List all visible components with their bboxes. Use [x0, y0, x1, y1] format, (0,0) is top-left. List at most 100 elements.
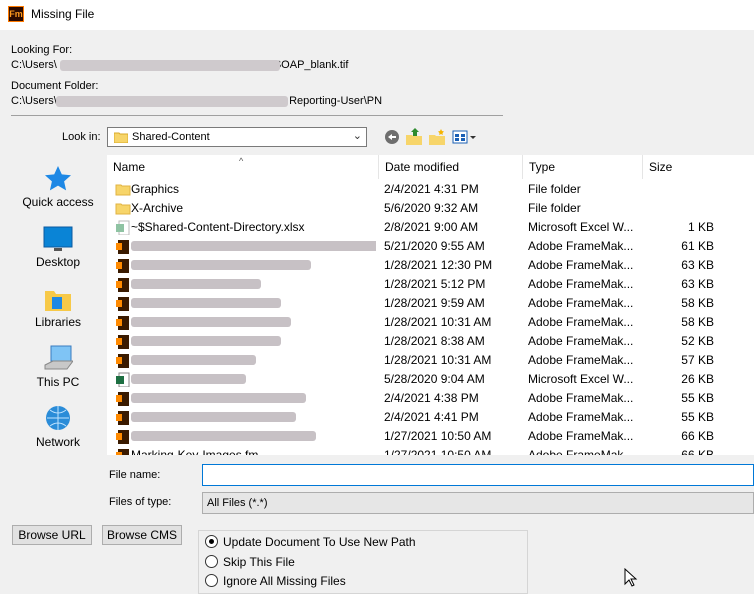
file-name-input[interactable]	[202, 464, 754, 486]
column-header-name[interactable]: ^ Name	[107, 155, 379, 179]
file-row[interactable]: Graphics 2/4/2021 4:31 PM File folder	[107, 180, 754, 199]
file-name	[131, 408, 376, 428]
window-title: Missing File	[31, 7, 95, 21]
framemaker-file-icon	[116, 278, 129, 292]
desktop-icon	[43, 226, 73, 251]
file-row[interactable]: 1/28/2021 5:12 PM Adobe FrameMak... 63 KB	[107, 275, 754, 294]
file-row[interactable]: 1/28/2021 8:38 AM Adobe FrameMak... 52 KB	[107, 332, 754, 351]
computer-icon	[44, 345, 73, 370]
files-of-type-value: All Files (*.*)	[207, 497, 268, 509]
file-type: Adobe FrameMak...	[528, 353, 633, 367]
redacted-file-name	[131, 241, 376, 251]
file-row[interactable]: ~$Shared-Content-Directory.xlsx 2/8/2021 …	[107, 218, 754, 237]
file-date: 1/27/2021 10:50 AM	[384, 448, 492, 455]
file-type: Adobe FrameMak...	[528, 410, 633, 424]
file-date: 5/28/2020 9:04 AM	[384, 372, 485, 386]
place-desktop[interactable]: Desktop	[12, 225, 104, 269]
title-bar: Fm Missing File	[0, 0, 754, 30]
framemaker-file-icon	[116, 316, 129, 330]
file-date: 2/4/2021 4:38 PM	[384, 391, 479, 405]
file-row[interactable]: 1/28/2021 10:31 AM Adobe FrameMak... 58 KB	[107, 313, 754, 332]
chevron-down-icon: ⌄	[352, 130, 362, 142]
redacted-file-name	[131, 374, 246, 384]
back-icon[interactable]	[383, 127, 401, 147]
file-row[interactable]: Marking-Key-Images.fm 1/27/2021 10:50 AM A…	[107, 446, 754, 455]
file-date: 1/28/2021 10:31 AM	[384, 353, 492, 367]
framemaker-file-icon	[116, 430, 129, 444]
file-type: Adobe FrameMak...	[528, 315, 633, 329]
framemaker-file-icon	[116, 354, 129, 368]
file-size: 63 KB	[681, 258, 714, 272]
redacted-file-name	[131, 317, 291, 327]
file-date: 2/4/2021 4:31 PM	[384, 182, 479, 196]
browse-cms-button[interactable]: Browse CMS	[102, 525, 182, 545]
excel-file-icon	[116, 220, 130, 235]
up-folder-icon[interactable]	[405, 127, 423, 147]
file-name: ~$Shared-Content-Directory.xlsx	[131, 220, 305, 234]
file-date: 1/28/2021 12:30 PM	[384, 258, 493, 272]
network-icon	[46, 406, 70, 430]
file-type: File folder	[528, 201, 581, 215]
file-type: Adobe FrameMak...	[528, 258, 633, 272]
file-row[interactable]: 1/28/2021 12:30 PM Adobe FrameMak... 63 KB	[107, 256, 754, 275]
framemaker-file-icon	[116, 392, 129, 406]
file-row[interactable]: X-Archive 5/6/2020 9:32 AM File folder	[107, 199, 754, 218]
file-date: 1/28/2021 9:59 AM	[384, 296, 485, 310]
file-date: 5/21/2020 9:55 AM	[384, 239, 485, 253]
file-name	[131, 256, 376, 276]
document-folder-label: Document Folder:	[11, 80, 99, 92]
option-label: Ignore All Missing Files	[223, 574, 346, 588]
redacted-file-name	[131, 298, 281, 308]
column-header-size[interactable]: Size	[643, 155, 723, 179]
file-size: 55 KB	[681, 391, 714, 405]
redacted-path-segment	[56, 96, 288, 107]
file-list[interactable]: ^ Name Date modified Type Size Graphics 2…	[107, 155, 754, 455]
file-row[interactable]: 5/21/2020 9:55 AM Adobe FrameMak... 61 KB	[107, 237, 754, 256]
excel-file-icon	[116, 372, 130, 387]
radio-skip-file[interactable]	[205, 555, 218, 568]
browse-url-button[interactable]: Browse URL	[12, 525, 92, 545]
framemaker-file-icon	[116, 411, 129, 425]
file-name	[131, 275, 376, 295]
place-label: Network	[35, 435, 80, 449]
file-name: Marking-Key-Images.fm	[131, 448, 259, 455]
look-in-dropdown[interactable]: Shared-Content ⌄	[107, 127, 367, 147]
file-type: Adobe FrameMak...	[528, 239, 633, 253]
file-size: 63 KB	[681, 277, 714, 291]
place-libraries[interactable]: Libraries	[12, 285, 104, 329]
redacted-file-name	[131, 355, 256, 365]
file-row[interactable]: 1/28/2021 9:59 AM Adobe FrameMak... 58 KB	[107, 294, 754, 313]
file-name-label: File name:	[109, 469, 161, 481]
file-row[interactable]: 1/28/2021 10:31 AM Adobe FrameMak... 57 KB	[107, 351, 754, 370]
redacted-file-name	[131, 260, 311, 270]
file-type: Adobe FrameMak...	[528, 429, 633, 443]
place-this-pc[interactable]: This PC	[12, 345, 104, 389]
file-size: 66 KB	[681, 429, 714, 443]
file-row[interactable]: 2/4/2021 4:38 PM Adobe FrameMak... 55 KB	[107, 389, 754, 408]
files-of-type-dropdown[interactable]: All Files (*.*)	[202, 492, 754, 514]
place-quick-access[interactable]: Quick access	[12, 165, 104, 209]
file-type: Microsoft Excel W...	[528, 220, 633, 234]
redacted-file-name	[131, 336, 281, 346]
file-size: 66 KB	[681, 448, 714, 455]
new-folder-icon[interactable]	[428, 127, 446, 147]
file-row[interactable]: 5/28/2020 9:04 AM Microsoft Excel W... 26 …	[107, 370, 754, 389]
file-size: 61 KB	[681, 239, 714, 253]
files-of-type-label: Files of type:	[109, 496, 172, 508]
file-row[interactable]: 1/27/2021 10:50 AM Adobe FrameMak... 66 KB	[107, 427, 754, 446]
folder-icon	[115, 203, 131, 215]
column-header-date[interactable]: Date modified	[379, 155, 523, 179]
looking-for-label: Looking For:	[11, 44, 73, 56]
column-header-type[interactable]: Type	[523, 155, 643, 179]
file-row[interactable]: 2/4/2021 4:41 PM Adobe FrameMak... 55 KB	[107, 408, 754, 427]
file-size: 58 KB	[681, 296, 714, 310]
place-network[interactable]: Network	[12, 405, 104, 449]
radio-update-path[interactable]	[205, 535, 218, 548]
file-type: Microsoft Excel W...	[528, 372, 633, 386]
radio-ignore-all[interactable]	[205, 574, 218, 587]
framemaker-file-icon	[116, 297, 129, 311]
file-date: 5/6/2020 9:32 AM	[384, 201, 479, 215]
folder-icon	[114, 132, 128, 143]
framemaker-file-icon	[116, 240, 129, 254]
view-menu-button[interactable]	[452, 127, 478, 147]
